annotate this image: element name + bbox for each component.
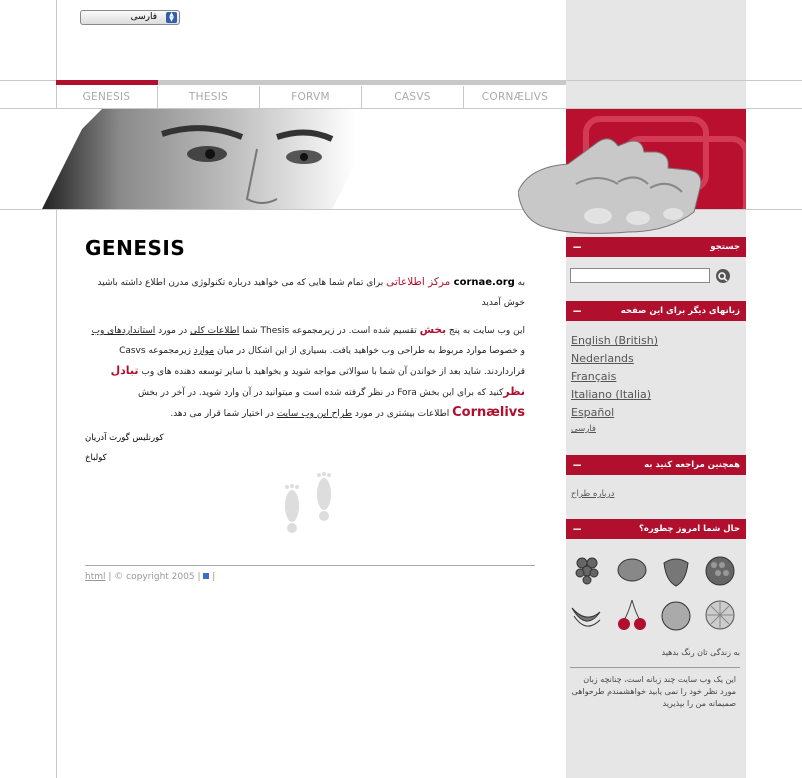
validation-icon[interactable] bbox=[203, 573, 210, 579]
search-input[interactable] bbox=[570, 268, 710, 283]
sidebar-seealso-header: همچنین مراجعه کنید به − bbox=[566, 455, 746, 475]
seealso-title: همچنین مراجعه کنید به bbox=[644, 460, 740, 470]
select-arrows-icon: ▲ ▼ bbox=[166, 12, 177, 23]
lang-italian[interactable]: Italiano (Italia) bbox=[571, 388, 651, 401]
nav-casvs[interactable]: CASVS bbox=[362, 86, 464, 108]
nav-genesis[interactable]: GENESIS bbox=[56, 86, 158, 108]
intro-prefix: به bbox=[514, 278, 525, 288]
languages-title: زبانهای دیگر برای این صفحه bbox=[620, 306, 740, 316]
bananas-icon[interactable] bbox=[570, 598, 602, 632]
p1-text-f: کنید که برای این بخش Fora در نظر گرفته ش… bbox=[137, 388, 504, 398]
p1-text-a: این وب سایت به پنج bbox=[446, 326, 525, 336]
lang-persian[interactable]: فارسی bbox=[571, 424, 596, 434]
p1-text-g: اطلاعات بیشتری در مورد bbox=[352, 409, 453, 419]
cherries-icon[interactable] bbox=[616, 598, 648, 632]
mood-title: حال شما امروز چطوره؟ bbox=[638, 524, 740, 534]
lang-english[interactable]: English (British) bbox=[571, 334, 658, 347]
mood-divider bbox=[570, 667, 740, 668]
search-title: جستجو bbox=[710, 242, 740, 252]
language-select[interactable]: فارسی ▲ ▼ bbox=[80, 10, 180, 25]
nav-active-indicator bbox=[56, 80, 158, 85]
about-designer-link[interactable]: درباره طراح bbox=[571, 489, 614, 499]
sidebar-languages-header: زبانهای دیگر برای این صفحه − bbox=[566, 301, 746, 321]
lang-dutch[interactable]: Nederlands bbox=[571, 352, 634, 365]
sidebar-mood-header: حال شما امروز چطوره؟ − bbox=[566, 519, 746, 539]
nav-cornaelivs[interactable]: CORNÆLIVS bbox=[464, 86, 566, 108]
page-title: GENESIS bbox=[85, 236, 186, 260]
p1-red-sections: بخش bbox=[419, 324, 447, 336]
header-face-image bbox=[42, 109, 356, 209]
p1-text-d: و خصوصا موارد مربوط به طراحی وب خواهید ی… bbox=[214, 346, 525, 356]
p1-text-c: در مورد bbox=[155, 326, 191, 336]
collapse-icon[interactable]: − bbox=[572, 455, 582, 475]
p1-text-h: در اختیار شما قرار می دهد. bbox=[170, 409, 277, 419]
nav-thesis[interactable]: THESIS bbox=[158, 86, 260, 108]
footprints-icon bbox=[278, 470, 338, 534]
language-select-value: فارسی bbox=[130, 12, 157, 22]
link-site-designer[interactable]: طراح این وب سایت bbox=[277, 409, 352, 419]
hand-image bbox=[517, 132, 748, 240]
footer-html-link[interactable]: html bbox=[85, 572, 106, 582]
footer-divider bbox=[85, 565, 535, 566]
lang-french[interactable]: Français bbox=[571, 370, 616, 383]
collapse-icon[interactable]: − bbox=[572, 519, 582, 539]
multilingual-note: این یک وب سایت چند زبانه است، چنانچه زبا… bbox=[571, 675, 736, 708]
strawberry-icon[interactable] bbox=[660, 553, 692, 587]
lemon-icon[interactable] bbox=[616, 553, 648, 587]
link-cases[interactable]: موارد bbox=[194, 346, 214, 356]
nav-forvm[interactable]: FORVM bbox=[260, 86, 362, 108]
collapse-icon[interactable]: − bbox=[572, 237, 582, 257]
p1-red-cornaelivs: Cornælivs bbox=[452, 405, 525, 420]
mood-caption: به زندگی تان رنگ بدهید bbox=[661, 648, 741, 657]
link-general-info[interactable]: اطلاعات کلی bbox=[190, 326, 239, 336]
main-paragraph: این وب سایت به پنج بخش تقسیم شده است. در… bbox=[85, 320, 525, 424]
footer-copyright: © copyright 2005 bbox=[114, 572, 195, 582]
collapse-icon[interactable]: − bbox=[572, 301, 582, 321]
footer: html | © copyright 2005 | | bbox=[85, 572, 215, 582]
peach-icon[interactable] bbox=[660, 598, 692, 632]
raspberry-icon[interactable] bbox=[704, 553, 736, 587]
lang-spanish[interactable]: Español bbox=[571, 406, 614, 419]
footer-separator-3: | bbox=[212, 572, 216, 582]
intro-site-name: cornae.org bbox=[453, 277, 515, 288]
search-icon[interactable] bbox=[716, 269, 730, 283]
p1-text-b: تقسیم شده است. در زیرمجموعه Thesis شما bbox=[239, 326, 420, 336]
signature: کورنلیس گورت آدریان کولباخ bbox=[85, 433, 164, 463]
intro-paragraph: به cornae.org مرکز اطلاعاتی برای تمام شم… bbox=[85, 272, 525, 313]
link-web-standards[interactable]: استانداردهای وب bbox=[91, 326, 155, 336]
grapes-icon[interactable] bbox=[572, 553, 604, 587]
intro-red-text: مرکز اطلاعاتی bbox=[386, 276, 454, 288]
sidebar-search-header: جستجو − bbox=[566, 237, 746, 257]
orange-slice-icon[interactable] bbox=[704, 598, 736, 632]
